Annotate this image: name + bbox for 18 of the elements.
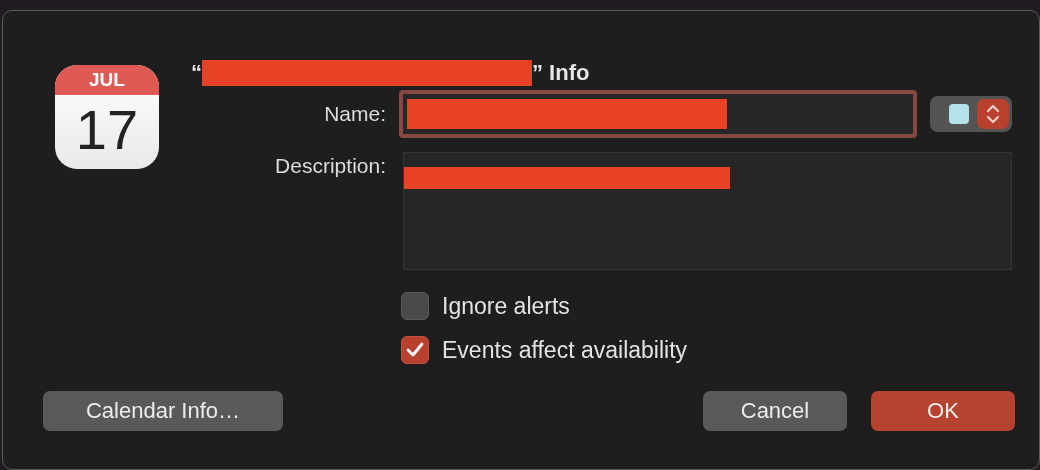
field-label: Name: — [324, 101, 386, 127]
checkbox-label: Events affect availability — [442, 336, 688, 364]
color-popup[interactable] — [930, 96, 1012, 132]
description-field[interactable] — [403, 152, 1012, 270]
checkmark-icon — [406, 342, 424, 358]
dialog-title: “ — [191, 60, 202, 86]
calendar-day: 17 — [75, 95, 139, 165]
dialog-button[interactable]: Calendar Info… — [43, 391, 283, 431]
name-field[interactable] — [399, 90, 917, 138]
field-label: Description: — [275, 153, 386, 179]
checkbox-label: Ignore alerts — [442, 292, 570, 320]
calendar-month: JUL — [55, 65, 159, 95]
checkbox[interactable] — [401, 336, 429, 364]
dialog-title: ” Info — [532, 60, 590, 86]
dialog-button[interactable]: Cancel — [703, 391, 847, 431]
chevron-up-down-icon — [977, 99, 1009, 129]
checkbox[interactable] — [401, 292, 429, 320]
ok-button[interactable]: OK — [871, 391, 1015, 431]
